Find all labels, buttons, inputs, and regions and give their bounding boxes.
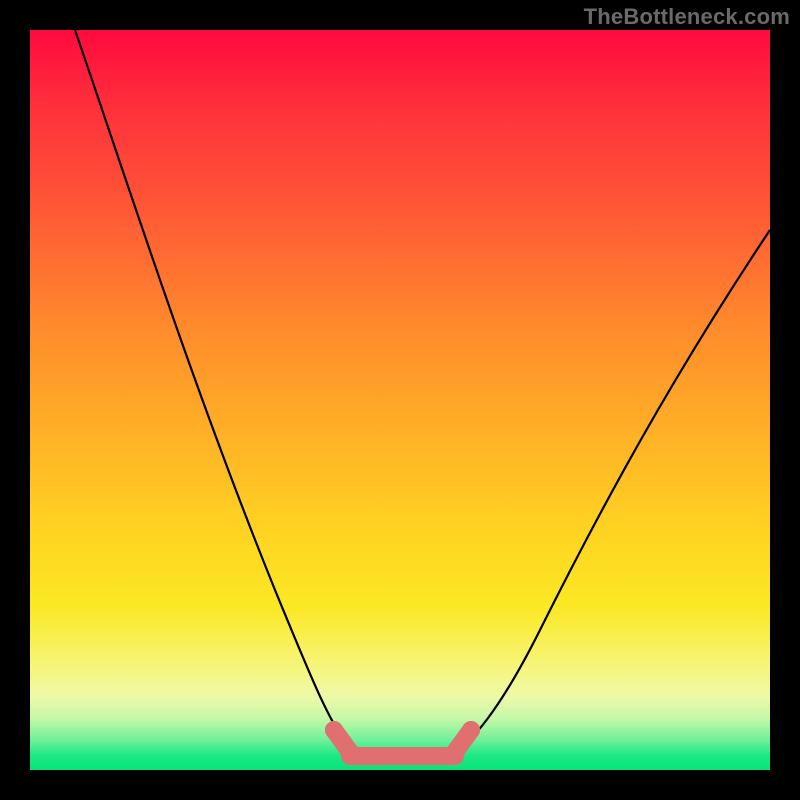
- marker-dot-right: [462, 721, 480, 739]
- plot-area: [30, 30, 770, 770]
- bottom-marker-band: [334, 730, 471, 756]
- marker-dot-left: [325, 721, 343, 739]
- chart-frame: TheBottleneck.com: [0, 0, 800, 800]
- chart-svg: [30, 30, 770, 770]
- bottleneck-curve: [75, 30, 770, 755]
- watermark-text: TheBottleneck.com: [584, 4, 790, 30]
